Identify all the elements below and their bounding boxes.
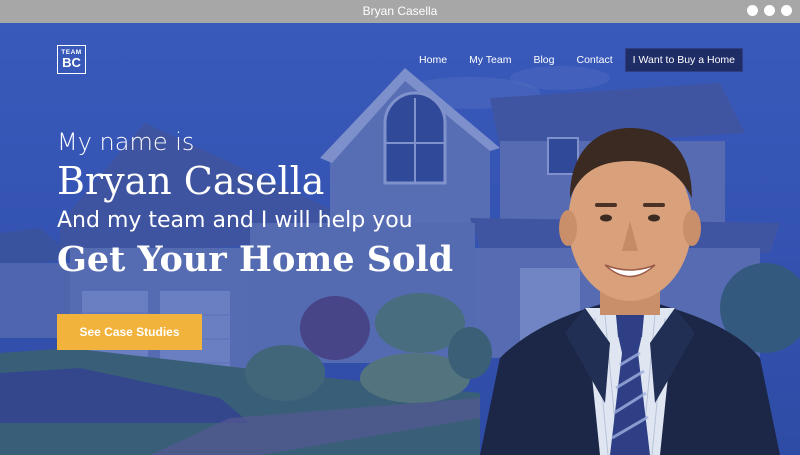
nav-item-contact[interactable]: Contact: [576, 54, 612, 66]
window-dot-icon[interactable]: [747, 5, 758, 16]
team-bc-logo[interactable]: TEAM BC: [57, 45, 86, 74]
hero-subline: And my team and I will help you: [57, 208, 413, 233]
see-case-studies-button[interactable]: See Case Studies: [57, 314, 202, 350]
hero-intro: My name is: [57, 128, 195, 156]
agent-portrait-image: [480, 128, 780, 455]
window-controls: [747, 5, 792, 16]
hero-name: Bryan Casella: [57, 159, 325, 203]
window-titlebar: Bryan Casella: [0, 0, 800, 23]
main-nav: Home My Team Blog Contact I Want to Buy …: [397, 48, 743, 72]
nav-item-blog[interactable]: Blog: [533, 54, 554, 66]
logo-line-2: BC: [62, 55, 81, 70]
nav-item-home[interactable]: Home: [419, 54, 447, 66]
window-dot-icon[interactable]: [781, 5, 792, 16]
hero-section: TEAM BC Home My Team Blog Contact I Want…: [0, 23, 800, 455]
window-title: Bryan Casella: [362, 4, 438, 18]
hero-headline: Get Your Home Sold: [57, 239, 454, 280]
buy-home-button[interactable]: I Want to Buy a Home: [624, 48, 743, 72]
hero-headline-group: My name is Bryan Casella And my team and…: [57, 127, 453, 283]
window-dot-icon[interactable]: [764, 5, 775, 16]
nav-item-my-team[interactable]: My Team: [469, 54, 511, 66]
